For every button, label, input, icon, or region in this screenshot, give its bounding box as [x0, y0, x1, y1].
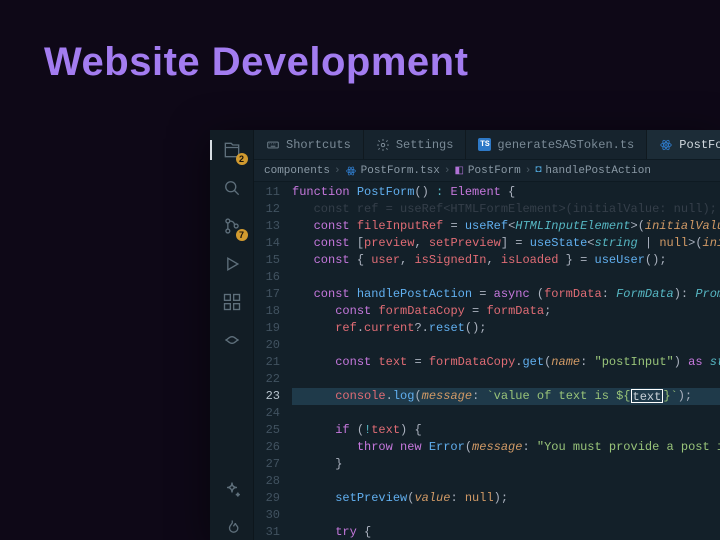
code-line[interactable]: const text = formDataCopy.get(name: "pos…: [292, 354, 720, 371]
code-line[interactable]: setPreview(value: null);: [292, 490, 720, 507]
breadcrumb-item[interactable]: ◧ PostForm: [454, 165, 520, 177]
editor-tabbar: Shortcuts Settings TS generateSASToken.t…: [254, 130, 720, 160]
code-line[interactable]: const handlePostAction = async (formData…: [292, 286, 720, 303]
code-line[interactable]: const [preview, setPreview] = useState<s…: [292, 235, 720, 252]
sparkle-icon[interactable]: [220, 478, 244, 502]
breadcrumb-label: PostForm.tsx: [361, 165, 440, 177]
code-line[interactable]: [292, 371, 720, 388]
explorer-badge: 2: [236, 153, 248, 165]
code-line[interactable]: const { user, isSignedIn, isLoaded } = u…: [292, 252, 720, 269]
editor-viewport[interactable]: 1112131415161718192021222324252627282930…: [254, 182, 720, 540]
code-line[interactable]: if (!text) {: [292, 422, 720, 439]
activity-bar: 2 7: [210, 130, 254, 540]
code-line[interactable]: function PostForm() : Element {: [292, 184, 720, 201]
explorer-icon[interactable]: 2: [220, 138, 244, 162]
code-line[interactable]: const ref = useRef<HTMLFormElement>(init…: [292, 201, 720, 218]
run-debug-icon[interactable]: [220, 252, 244, 276]
tab-shortcuts[interactable]: Shortcuts: [254, 130, 364, 159]
flame-icon[interactable]: [220, 516, 244, 540]
code-content[interactable]: function PostForm() : Element { const re…: [288, 182, 720, 540]
code-line[interactable]: try {: [292, 524, 720, 540]
code-line[interactable]: [292, 473, 720, 490]
code-line[interactable]: console.log(message: `value of text is $…: [292, 388, 720, 405]
page-title: Website Development: [44, 40, 468, 85]
search-icon[interactable]: [220, 176, 244, 200]
breadcrumb[interactable]: components › PostForm.tsx › ◧ PostForm ›…: [254, 160, 720, 182]
code-line[interactable]: const fileInputRef = useRef<HTMLInputEle…: [292, 218, 720, 235]
text-cursor: text: [631, 389, 664, 403]
tab-label: Settings: [396, 138, 454, 152]
symbol-variable-icon: ◘: [535, 165, 541, 176]
code-line[interactable]: [292, 337, 720, 354]
react-icon: [659, 138, 673, 152]
react-icon: [345, 165, 357, 177]
chevron-right-icon: ›: [444, 165, 451, 177]
tab-label: PostForm.tsx: [679, 138, 720, 152]
typescript-icon: TS: [478, 138, 491, 151]
code-line[interactable]: }: [292, 456, 720, 473]
code-editor: Shortcuts Settings TS generateSASToken.t…: [210, 130, 720, 540]
breadcrumb-item[interactable]: PostForm.tsx: [345, 165, 440, 177]
extensions-icon[interactable]: [220, 290, 244, 314]
code-line[interactable]: [292, 507, 720, 524]
breadcrumb-label: handlePostAction: [545, 165, 651, 177]
keyboard-icon: [266, 138, 280, 152]
breadcrumb-label: components: [264, 165, 330, 177]
code-line[interactable]: [292, 269, 720, 286]
tab-label: generateSASToken.ts: [497, 138, 634, 152]
source-control-icon[interactable]: 7: [220, 214, 244, 238]
code-line[interactable]: throw new Error(message: "You must provi…: [292, 439, 720, 456]
tab-settings[interactable]: Settings: [364, 130, 467, 159]
breadcrumb-item[interactable]: ◘ handlePostAction: [535, 165, 651, 177]
line-number-gutter: 1112131415161718192021222324252627282930…: [254, 182, 288, 540]
code-line[interactable]: ref.current?.reset();: [292, 320, 720, 337]
scm-badge: 7: [236, 229, 248, 241]
breadcrumb-item[interactable]: components: [264, 165, 330, 177]
code-line[interactable]: [292, 405, 720, 422]
tab-postform[interactable]: PostForm.tsx 3, M: [647, 130, 720, 159]
remote-icon[interactable]: [220, 328, 244, 352]
breadcrumb-label: PostForm: [468, 165, 521, 177]
tab-label: Shortcuts: [286, 138, 351, 152]
gear-icon: [376, 138, 390, 152]
chevron-right-icon: ›: [525, 165, 532, 177]
chevron-right-icon: ›: [334, 165, 341, 177]
symbol-method-icon: ◧: [454, 165, 463, 177]
tab-generate-sas-token[interactable]: TS generateSASToken.ts: [466, 130, 647, 159]
code-line[interactable]: const formDataCopy = formData;: [292, 303, 720, 320]
